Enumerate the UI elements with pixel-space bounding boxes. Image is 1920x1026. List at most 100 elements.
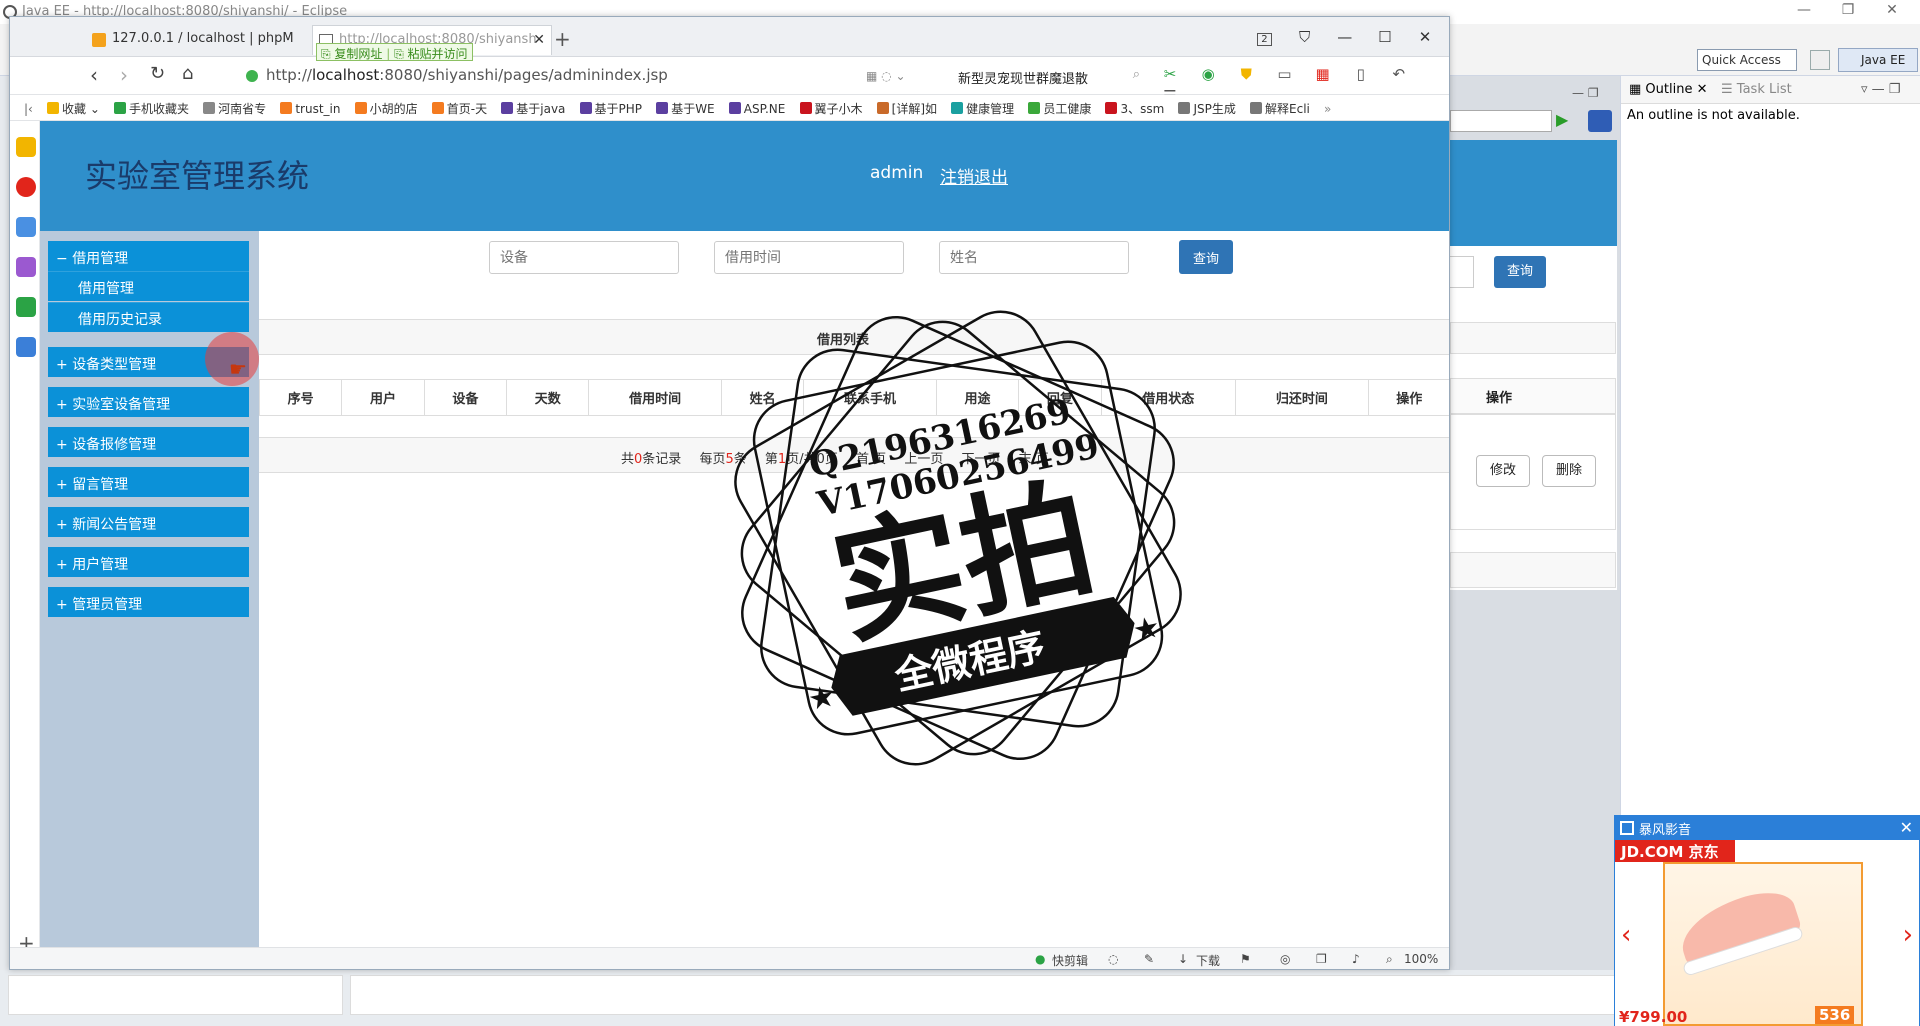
tab-phpmyadmin[interactable]: 127.0.0.1 / localhost | phpMyA (86, 25, 294, 55)
next-page-link[interactable]: 下一页 (961, 452, 1000, 467)
url-input[interactable]: http://localhost:8080/shiyanshi/pages/ad… (238, 62, 938, 90)
ad-next-icon[interactable]: › (1903, 920, 1913, 950)
sidebar-toggle-icon[interactable]: |‹ (24, 97, 33, 116)
home-icon[interactable]: ⌂ (182, 63, 193, 84)
search-icon[interactable]: ⌕ (1133, 67, 1140, 82)
bookmark-item[interactable]: ASP.NE (728, 97, 785, 116)
paste-visit-button[interactable]: ⎘ 粘贴并访问 (394, 47, 467, 61)
document-icon[interactable] (16, 337, 36, 357)
ad-close-icon[interactable]: ✕ (1900, 818, 1913, 837)
status-window-icon[interactable]: ❐ (1316, 952, 1327, 966)
apps-icon[interactable]: ▦ (1309, 65, 1337, 87)
status-pin-icon[interactable]: ✎ (1144, 952, 1154, 966)
background-query-button[interactable]: 查询 (1494, 256, 1546, 288)
favorites-icon[interactable] (16, 137, 36, 157)
bookmark-item[interactable]: 基于PHP (579, 95, 642, 117)
quick-clip-label[interactable]: 快剪辑 (1052, 952, 1088, 969)
status-flag-icon[interactable]: ⚑ (1240, 952, 1251, 966)
undo-icon[interactable]: ↶ (1385, 65, 1413, 87)
view-menu-icon[interactable]: ▿ — ❐ (1861, 82, 1900, 97)
quick-clip-icon[interactable]: ● (1035, 952, 1045, 966)
background-edit-button[interactable]: 修改 (1476, 455, 1530, 487)
download-label[interactable]: 下载 (1196, 952, 1220, 969)
menu-news-management[interactable]: + 新闻公告管理 (48, 507, 249, 537)
bookmark-item[interactable]: 首页-天 (431, 95, 487, 117)
menu-repair-management[interactable]: + 设备报修管理 (48, 427, 249, 457)
phone-icon[interactable]: ▯ (1347, 65, 1375, 87)
bookmarks-more-icon[interactable]: » (1324, 97, 1331, 116)
status-tool-icon[interactable]: ◌ (1108, 952, 1118, 966)
first-page-link[interactable]: 首 页 (856, 452, 886, 467)
tab-count-badge[interactable]: 2 (1246, 25, 1282, 49)
bookmark-item[interactable]: 基于java (501, 95, 565, 117)
name-input[interactable] (939, 241, 1129, 274)
menu-lab-device-management[interactable]: + 实验室设备管理 (48, 387, 249, 417)
notes-icon[interactable] (16, 257, 36, 277)
browser-maximize-icon[interactable]: ☐ (1367, 25, 1403, 49)
bookmark-item[interactable]: 小胡的店 (354, 95, 418, 117)
bookmark-item[interactable]: 手机收藏夹 (114, 95, 189, 117)
bookmark-item[interactable]: 翼子小木 (799, 95, 863, 117)
reload-icon[interactable]: ↻ (150, 63, 165, 84)
browser-minimize-icon[interactable]: — (1327, 25, 1363, 49)
bookmark-item[interactable]: 解释Ecli (1250, 95, 1310, 117)
ad-prev-icon[interactable]: ‹ (1621, 920, 1631, 950)
bookmark-item[interactable]: JSP生成 (1178, 95, 1236, 117)
perspective-java-ee[interactable]: Java EE (1838, 48, 1918, 72)
weibo-icon[interactable] (16, 177, 36, 197)
device-input[interactable] (489, 241, 679, 274)
browser-close-icon[interactable]: ✕ (1407, 25, 1443, 49)
download-icon[interactable]: ↓ (1178, 952, 1188, 966)
skin-icon[interactable]: ⛉ (1287, 25, 1323, 49)
run-icon[interactable]: ▶ (1556, 110, 1578, 132)
mail-icon[interactable] (16, 217, 36, 237)
debug-icon[interactable] (1588, 110, 1612, 132)
last-page-link[interactable]: 末 页 (1019, 452, 1049, 467)
prev-page-link[interactable]: 上一页 (904, 452, 943, 467)
background-delete-button[interactable]: 删除 (1542, 455, 1596, 487)
copy-url-button[interactable]: ⎘ 复制网址 (321, 47, 382, 61)
bookmark-item[interactable]: 员工健康 (1028, 95, 1091, 117)
sound-icon[interactable]: ♪ (1352, 952, 1360, 966)
scissors-icon[interactable]: ✂ (1156, 65, 1184, 87)
bookmark-item[interactable]: trust_in (280, 97, 340, 116)
zoom-icon[interactable]: ⌕ (1386, 952, 1393, 967)
open-perspective-icon[interactable] (1810, 50, 1830, 70)
eclipse-minimize-icon[interactable]: — (1784, 2, 1824, 22)
background-search-input[interactable] (1450, 256, 1474, 288)
task-list-tab[interactable]: ☰ Task List (1721, 82, 1792, 97)
new-tab-icon[interactable]: + (554, 27, 571, 51)
zoom-level[interactable]: 100% (1404, 952, 1438, 966)
view-minimize-icon[interactable]: — ❐ (1572, 86, 1599, 100)
borrow-time-input[interactable] (714, 241, 904, 274)
screenshot-icon[interactable]: ▭ (1270, 65, 1298, 87)
search-input[interactable]: 新型灵宠现世群魔退散 ⌕ (950, 62, 1146, 90)
tab-close-icon[interactable]: ✕ (533, 32, 545, 48)
status-ie-icon[interactable]: ◎ (1280, 952, 1290, 966)
eclipse-close-icon[interactable]: ✕ (1872, 2, 1912, 22)
bookmark-item[interactable]: 基于WE (656, 95, 715, 117)
bookmark-item[interactable]: 河南省专 (203, 95, 266, 117)
logout-link[interactable]: 注销退出 (940, 163, 1008, 188)
bookmark-item[interactable]: [详解]如 (876, 95, 937, 117)
shield-icon[interactable]: ⛊ (1232, 65, 1260, 87)
reader-mode-icon[interactable]: ▦ ◌ ⌄ (866, 69, 906, 83)
query-button[interactable]: 查询 (1179, 240, 1233, 274)
menu-sub-borrow-history[interactable]: 借用历史记录 (48, 302, 249, 332)
video-icon[interactable] (16, 297, 36, 317)
translate-icon[interactable]: ◉ (1194, 65, 1222, 87)
quick-access-input[interactable]: Quick Access (1697, 49, 1797, 71)
forward-icon[interactable]: › (120, 63, 128, 87)
menu-message-management[interactable]: + 留言管理 (48, 467, 249, 497)
bookmark-item[interactable]: 3、ssm (1105, 95, 1164, 117)
back-icon[interactable]: ‹ (90, 63, 98, 87)
background-run-combo[interactable] (1450, 110, 1552, 132)
menu-borrow-management[interactable]: − 借用管理 (48, 241, 249, 271)
menu-user-management[interactable]: + 用户管理 (48, 547, 249, 577)
menu-admin-management[interactable]: + 管理员管理 (48, 587, 249, 617)
ad-body[interactable]: JD.COM 京东 ‹ › ¥799.00 536 (1615, 840, 1919, 1026)
menu-sub-borrow-management[interactable]: 借用管理 (48, 271, 249, 301)
bookmark-item[interactable]: 收藏 ⌄ (46, 95, 100, 117)
bookmark-item[interactable]: 健康管理 (951, 95, 1014, 117)
outline-tab[interactable]: ▦ Outline ✕ (1629, 82, 1707, 97)
